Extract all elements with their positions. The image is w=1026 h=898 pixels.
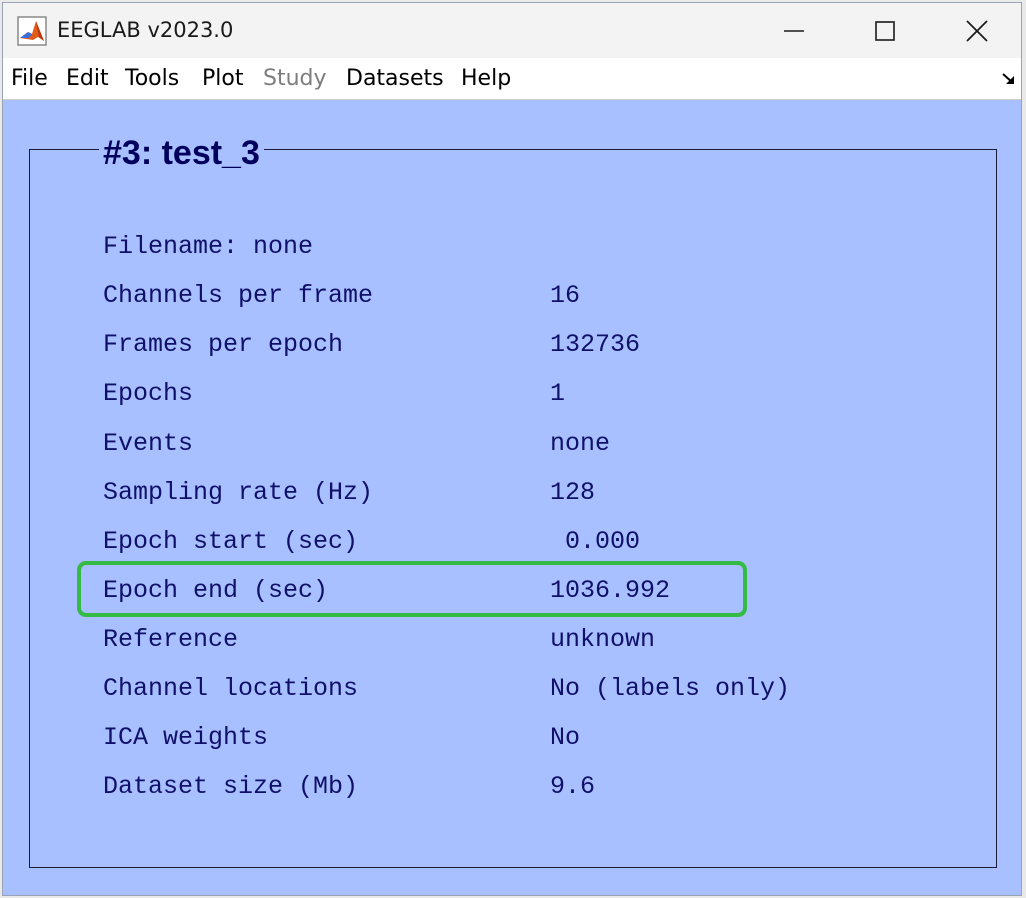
menu-datasets[interactable]: Datasets	[346, 64, 444, 94]
info-row-events: Events none	[3, 424, 1021, 464]
info-value: 9.6	[550, 772, 596, 801]
info-row-epoch-start: Epoch start (sec) 0.000	[3, 522, 1021, 562]
dataset-title: #3: test_3	[99, 131, 264, 175]
info-value: 1	[550, 379, 566, 408]
window-title: EEGLAB v2023.0	[57, 18, 234, 42]
menu-tools[interactable]: Tools	[125, 64, 179, 94]
info-value: 0.000	[550, 527, 641, 556]
info-label: Channel locations	[103, 674, 359, 703]
info-row-channel-locations: Channel locations No (labels only)	[3, 669, 1021, 709]
info-value: 132736	[550, 330, 641, 359]
menu-help[interactable]: Help	[461, 64, 511, 94]
minimize-icon	[784, 29, 804, 32]
info-value: No (labels only)	[550, 674, 791, 703]
menu-plot[interactable]: Plot	[202, 64, 243, 94]
info-row-reference: Reference unknown	[3, 620, 1021, 660]
info-row-ica-weights: ICA weights No	[3, 718, 1021, 758]
minimize-button[interactable]	[748, 3, 840, 58]
info-row-frames: Frames per epoch 132736	[3, 325, 1021, 365]
info-label: Sampling rate (Hz)	[103, 478, 374, 507]
info-value: 16	[550, 281, 581, 310]
info-label: ICA weights	[103, 723, 269, 752]
matlab-icon	[17, 16, 47, 46]
info-row-dataset-size: Dataset size (Mb) 9.6	[3, 767, 1021, 807]
menu-study[interactable]: Study	[263, 64, 327, 94]
info-value: unknown	[550, 625, 656, 654]
info-label: Epochs	[103, 379, 194, 408]
info-label: Channels per frame	[103, 281, 374, 310]
info-value: No	[550, 723, 581, 752]
title-bar[interactable]: EEGLAB v2023.0	[3, 3, 1021, 58]
close-button[interactable]	[931, 3, 1021, 58]
maximize-icon	[875, 20, 895, 41]
info-label: Filename: none	[103, 232, 314, 261]
info-row-epochs: Epochs 1	[3, 374, 1021, 414]
highlight-box	[77, 561, 747, 617]
info-label: Dataset size (Mb)	[103, 772, 359, 801]
info-value: 128	[550, 478, 596, 507]
menu-bar: File Edit Tools Plot Study Datasets Help	[3, 58, 1021, 100]
maximize-button[interactable]	[839, 3, 931, 58]
info-label: Frames per epoch	[103, 330, 344, 359]
close-icon	[966, 19, 988, 42]
info-row-filename: Filename: none	[3, 227, 1021, 267]
eeglab-window: EEGLAB v2023.0 File Edit Tools Plot Stud…	[2, 2, 1022, 896]
corner-arrow-icon[interactable]	[1000, 70, 1018, 88]
info-row-sampling-rate: Sampling rate (Hz) 128	[3, 473, 1021, 513]
info-label: Reference	[103, 625, 239, 654]
info-value: none	[550, 429, 611, 458]
info-label: Epoch start (sec)	[103, 527, 359, 556]
menu-edit[interactable]: Edit	[66, 64, 109, 94]
info-label: Events	[103, 429, 194, 458]
info-row-channels: Channels per frame 16	[3, 276, 1021, 316]
menu-file[interactable]: File	[11, 64, 48, 94]
